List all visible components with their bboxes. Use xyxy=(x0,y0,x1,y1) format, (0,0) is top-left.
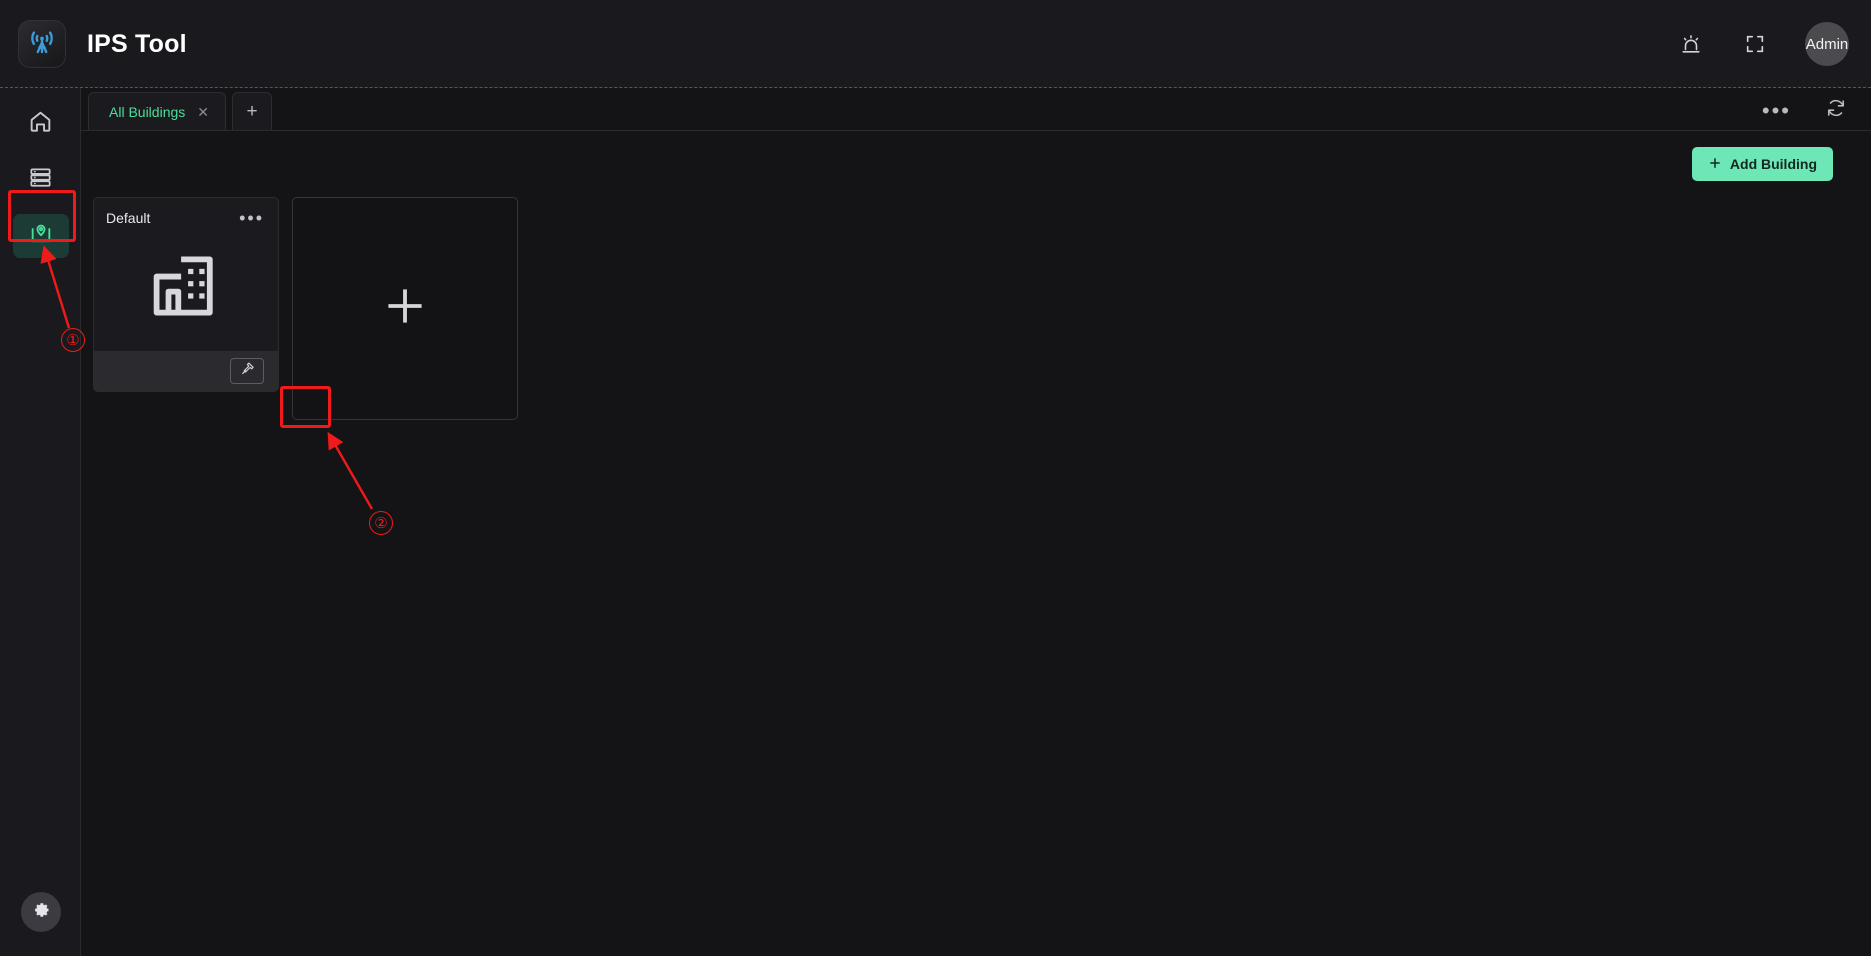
card-tool-button[interactable] xyxy=(230,358,264,384)
refresh-icon[interactable] xyxy=(1825,97,1847,124)
sidebar-item-devices[interactable] xyxy=(13,158,69,202)
sidebar-item-buildings[interactable] xyxy=(12,214,69,258)
settings-button[interactable] xyxy=(20,892,61,932)
add-building-button[interactable]: Add Building xyxy=(1691,147,1833,181)
add-building-label: Add Building xyxy=(1729,156,1817,172)
home-icon xyxy=(28,109,53,139)
avatar[interactable]: Admin xyxy=(1805,22,1849,66)
card-header: Default ••• xyxy=(94,198,278,227)
alarm-beacon-icon[interactable] xyxy=(1677,30,1705,58)
tab-all-buildings[interactable]: All Buildings ✕ xyxy=(88,92,226,130)
tab-more-button[interactable]: ••• xyxy=(1762,99,1791,121)
header-brand: IPS Tool xyxy=(0,20,187,68)
map-pin-location-icon xyxy=(28,221,54,252)
card-title: Default xyxy=(106,210,151,226)
plus-icon xyxy=(383,284,427,333)
content-toolbar: Add Building xyxy=(81,131,1871,181)
app-logo xyxy=(18,20,66,68)
add-tab-button[interactable]: + xyxy=(232,92,272,130)
card-thumbnail xyxy=(94,226,278,351)
sidebar xyxy=(0,88,81,956)
tab-bar: All Buildings ✕ + ••• xyxy=(81,88,1871,130)
gear-icon xyxy=(31,900,51,925)
antenna-tower-icon xyxy=(27,27,57,62)
building-card[interactable]: Default ••• xyxy=(93,197,279,392)
plus-icon xyxy=(1708,156,1722,173)
card-footer xyxy=(94,351,278,391)
server-stack-icon xyxy=(28,165,53,195)
building-card-grid: Default ••• xyxy=(81,181,1871,420)
sidebar-item-home[interactable] xyxy=(13,102,69,146)
building-icon xyxy=(144,244,228,333)
app-title: IPS Tool xyxy=(87,29,187,58)
header-actions: Admin xyxy=(1677,22,1871,66)
hammer-tool-icon xyxy=(240,361,255,381)
tab-label: All Buildings xyxy=(109,103,186,120)
fullscreen-icon[interactable] xyxy=(1741,30,1769,58)
content-area: Add Building Default ••• xyxy=(81,131,1871,956)
app-header: IPS Tool Admin xyxy=(0,0,1871,88)
tab-bar-actions: ••• xyxy=(1762,97,1871,130)
close-icon[interactable]: ✕ xyxy=(197,105,209,119)
add-building-card[interactable] xyxy=(292,197,518,420)
card-more-button[interactable]: ••• xyxy=(239,209,264,227)
app-root: IPS Tool Admin All Buildings ✕ + ••• Add… xyxy=(0,0,1871,956)
